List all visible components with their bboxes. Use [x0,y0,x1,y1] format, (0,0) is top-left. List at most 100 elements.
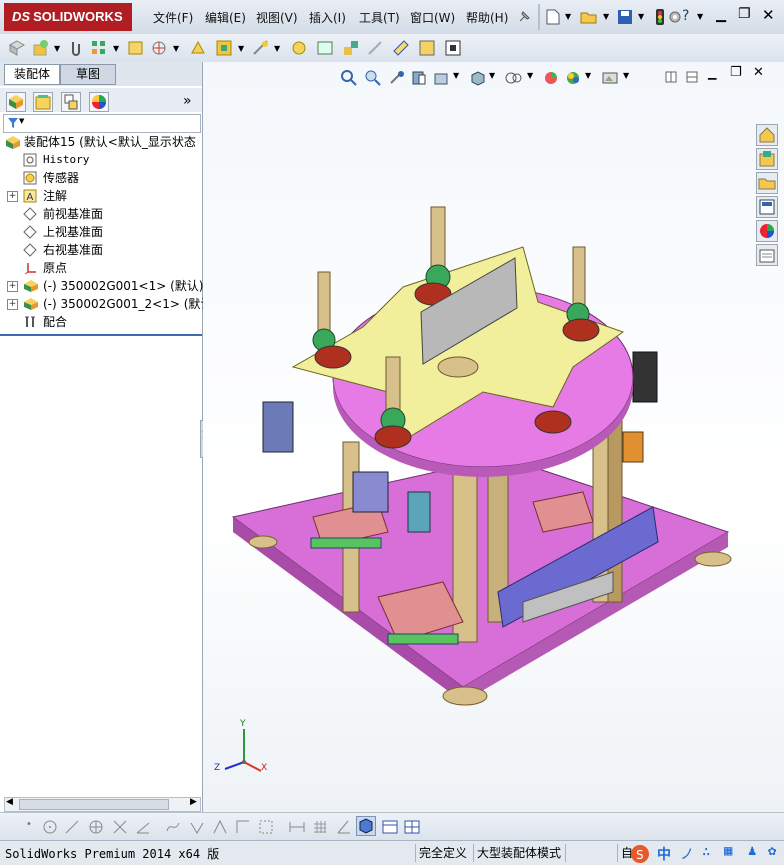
new-document-icon[interactable] [546,9,560,25]
tree-item-top-plane[interactable]: 上视基准面 [0,223,202,241]
expand-toggle-icon[interactable]: + [7,299,18,310]
ime-toolbar[interactable]: S 中 ノ ∴ ▦ ♟ ✿ [630,843,784,865]
tree-item-label: 原点 [43,261,68,275]
scroll-right-arrow-icon[interactable]: ▶ [190,797,197,807]
clearance-verification-icon[interactable] [418,39,436,57]
scroll-thumb[interactable] [19,799,169,810]
new-motion-study-icon[interactable] [290,39,308,57]
sketch-fillet-icon[interactable] [258,819,274,835]
tree-item-annotations[interactable]: + A 注解 [0,187,202,205]
menu-file[interactable]: 文件(F) [153,9,193,26]
smart-fasteners-icon[interactable] [127,39,145,57]
polygon-tool-icon[interactable] [88,819,104,835]
linear-pattern-icon[interactable] [90,39,108,57]
smart-dimension-icon[interactable] [189,819,205,835]
dimension-tool-icon[interactable] [288,819,306,835]
chevron-down-icon[interactable]: ▼ [274,44,280,53]
file-explorer-tab[interactable] [756,172,778,194]
help-question-icon[interactable]: ? [682,8,689,24]
expand-toggle-icon[interactable]: + [7,281,18,292]
ds-logo-mark: DS [12,9,31,24]
tree-item-subassembly-1[interactable]: + (-) 350002G001<1> (默认) [0,277,203,295]
save-icon[interactable] [617,9,633,25]
circle-tool-icon[interactable] [42,819,58,835]
ime-language-label: 中 [657,847,671,863]
line-tool-icon[interactable] [64,819,80,835]
configuration-manager-tab[interactable] [61,92,81,112]
options-gear-icon[interactable] [668,10,682,24]
custom-properties-tab[interactable] [756,244,778,266]
insert-components-icon[interactable] [8,39,26,57]
menu-view[interactable]: 视图(V) [256,9,298,26]
feature-tree-tab[interactable] [6,92,26,112]
chevron-down-icon[interactable]: ▼ [697,12,703,21]
minimize-window-icon[interactable]: ▁ [716,8,726,23]
menu-window[interactable]: 窗口(W) [410,9,455,26]
interference-detection-icon[interactable] [392,39,410,57]
show-hidden-components-icon[interactable] [189,39,207,57]
open-folder-icon[interactable] [580,9,598,25]
task-pane-home-tab[interactable] [756,124,778,146]
bill-of-materials-icon[interactable] [316,39,334,57]
chevron-down-icon[interactable]: ▼ [565,12,571,21]
new-part-icon[interactable] [32,39,50,57]
trim-tool-icon[interactable] [112,819,128,835]
rectangle-corner-icon[interactable] [235,819,251,835]
assembly-model-illustration[interactable] [203,62,784,812]
expand-toggle-icon[interactable]: + [7,191,18,202]
menu-help[interactable]: 帮助(H) [466,9,508,26]
tree-item-history[interactable]: History [0,151,202,169]
design-library-tab[interactable] [756,148,778,170]
panel-expand-icon[interactable]: » [183,93,192,109]
graphics-area[interactable]: ▼ ▼ ▼ ▼ ▼ ▁ ❐ ✕ Y X Z [203,62,784,812]
chevron-down-icon[interactable]: ▼ [638,12,644,21]
grid-icon[interactable] [312,819,328,835]
tree-item-mates[interactable]: 配合 [0,313,202,331]
scroll-left-arrow-icon[interactable]: ◀ [6,797,13,807]
spline-tool-icon[interactable] [165,819,181,835]
tree-item-subassembly-2[interactable]: + (-) 350002G001_2<1> (默认) [0,295,217,313]
menu-tools[interactable]: 工具(T) [359,9,400,26]
property-manager-tab[interactable] [33,92,53,112]
chevron-down-icon[interactable]: ▼ [173,44,179,53]
menu-edit[interactable]: 编辑(E) [205,9,246,26]
tree-item-right-plane[interactable]: 右视基准面 [0,241,202,259]
menu-insert[interactable]: 插入(I) [309,9,346,26]
tree-item-front-plane[interactable]: 前视基准面 [0,205,202,223]
view-palette-tab[interactable] [756,196,778,218]
hole-alignment-icon[interactable] [444,39,462,57]
angle-dimension-icon[interactable] [336,819,352,835]
exploded-view-icon[interactable] [342,39,360,57]
mirror-entities-icon[interactable] [212,819,228,835]
tab-sketch[interactable]: 草图 [60,64,116,85]
single-view-icon[interactable] [382,819,398,835]
point-icon[interactable]: • [26,819,32,830]
close-window-icon[interactable]: ✕ [762,6,775,24]
rollback-bar[interactable] [0,334,202,336]
pin-icon[interactable] [517,10,531,24]
appearances-tab[interactable] [756,220,778,242]
tree-horizontal-scrollbar[interactable]: ◀ ▶ [4,797,201,812]
tab-assembly[interactable]: 装配体 [4,64,60,85]
rebuild-traffic-light-icon[interactable] [655,8,665,26]
3d-view-toggle[interactable] [356,816,376,836]
chevron-down-icon[interactable]: ▼ [238,44,244,53]
explode-line-sketch-icon[interactable] [366,39,384,57]
chevron-down-icon[interactable]: ▼ [54,44,60,53]
status-bar: SolidWorks Premium 2014 x64 版 完全定义 大型装配体… [0,840,784,865]
tree-item-origin[interactable]: 原点 [0,259,202,277]
chevron-down-icon[interactable]: ▼ [113,44,119,53]
display-manager-tab[interactable] [89,92,109,112]
reference-geometry-icon[interactable] [252,39,270,57]
solidworks-logo[interactable]: DS SOLIDWORKS [4,3,132,31]
assembly-features-icon[interactable] [215,39,233,57]
mate-paperclip-icon[interactable] [68,39,84,57]
angle-tool-icon[interactable] [135,819,151,835]
four-view-icon[interactable] [404,819,420,835]
tree-root[interactable]: 装配体15 (默认<默认_显示状态 [0,133,202,151]
tree-item-sensors[interactable]: 传感器 [0,169,202,187]
move-component-icon[interactable] [150,39,168,57]
tree-filter[interactable]: ▼ [3,114,201,133]
chevron-down-icon[interactable]: ▼ [603,12,609,21]
restore-window-icon[interactable]: ❐ [738,6,751,22]
